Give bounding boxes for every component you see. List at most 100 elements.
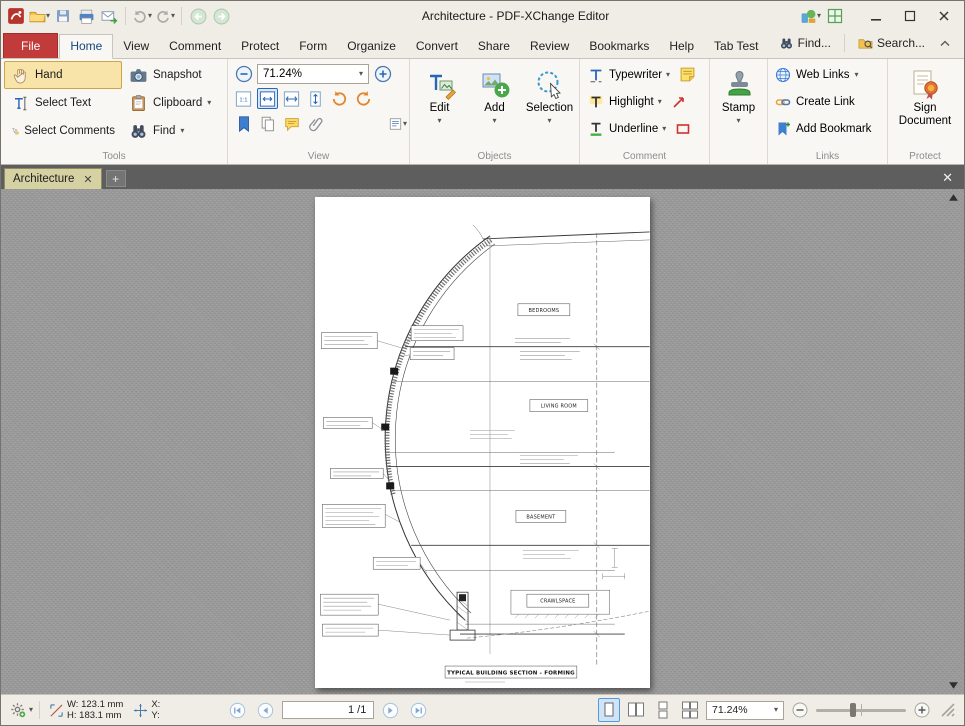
hand-tool-button[interactable]: Hand	[4, 61, 122, 89]
search-button[interactable]: Search...	[853, 34, 930, 53]
close-document-icon[interactable]: ✕	[934, 170, 961, 189]
resize-grip[interactable]	[941, 703, 955, 717]
continuous-view-button[interactable]	[652, 698, 674, 722]
grid-icon[interactable]	[824, 4, 846, 28]
menu-tab-protect[interactable]: Protect	[231, 35, 289, 58]
maximize-button[interactable]	[894, 3, 926, 29]
dropdown-caret-icon: ▾	[666, 71, 670, 79]
zoom-slider-thumb[interactable]	[850, 703, 856, 717]
page-number-input[interactable]: 1 /1	[282, 701, 374, 719]
open-file-button[interactable]: ▾	[28, 4, 51, 28]
typewriter-button[interactable]: Typewriter▾	[583, 62, 674, 88]
menu-tab-help[interactable]: Help	[659, 35, 704, 58]
zoom-out-slider-button[interactable]	[792, 702, 808, 718]
print-button[interactable]	[75, 4, 97, 28]
save-button[interactable]	[52, 4, 74, 28]
dropdown-caret-icon: ▾	[662, 125, 666, 133]
stamp-button[interactable]: Stamp ▾	[713, 61, 764, 145]
quick-access-toolbar: ▾ ▾ ▾	[5, 4, 232, 28]
menu-tab-share[interactable]: Share	[468, 35, 520, 58]
find-button[interactable]: Find...	[774, 34, 836, 53]
actual-size-button[interactable]: 1:1	[233, 88, 254, 109]
menu-tab-organize[interactable]: Organize	[337, 35, 406, 58]
sign-document-button[interactable]: Sign Document	[893, 61, 957, 145]
next-page-button[interactable]	[382, 702, 399, 719]
paperclip-icon	[307, 115, 325, 133]
menu-tab-file[interactable]: File	[3, 33, 58, 58]
menu-tab-comment[interactable]: Comment	[159, 35, 231, 58]
snapshot-button[interactable]: Snapshot	[122, 61, 218, 89]
menu-tab-view[interactable]: View	[113, 35, 159, 58]
comments-panel-button[interactable]	[281, 113, 302, 134]
collapse-ribbon-button[interactable]	[934, 31, 956, 55]
dropdown-caret-icon: ▾	[171, 12, 175, 20]
scroll-down-icon[interactable]	[947, 680, 959, 690]
rotate-cw-button[interactable]	[353, 88, 374, 109]
bookmarks-panel-button[interactable]	[233, 113, 254, 134]
underline-icon	[587, 120, 605, 138]
email-button[interactable]	[98, 4, 120, 28]
underline-button[interactable]: Underline▾	[583, 116, 670, 142]
menu-tab-form[interactable]: Form	[289, 35, 337, 58]
settings-gear-icon[interactable]	[10, 702, 26, 718]
close-button[interactable]	[928, 3, 960, 29]
single-page-view-button[interactable]	[598, 698, 620, 722]
fit-page-button[interactable]	[305, 88, 326, 109]
zoom-in-slider-button[interactable]	[914, 702, 930, 718]
previous-page-button[interactable]	[257, 702, 274, 719]
add-objects-button[interactable]: Add ▾	[469, 61, 521, 145]
selection-button[interactable]: Selection ▾	[524, 61, 576, 145]
menu-tab-home[interactable]: Home	[59, 34, 113, 59]
new-tab-button[interactable]: +	[106, 170, 126, 187]
menu-tab-convert[interactable]: Convert	[406, 35, 468, 58]
clipboard-icon	[129, 94, 148, 113]
zoom-select[interactable]: 71.24%▾	[706, 701, 784, 720]
rectangle-tool-button[interactable]	[672, 118, 694, 140]
menu-tab-review[interactable]: Review	[520, 35, 579, 58]
forward-button[interactable]	[210, 4, 232, 28]
sign-document-label: Sign Document	[894, 102, 956, 128]
find-tool-button[interactable]: Find▾	[122, 117, 218, 145]
zoom-in-button[interactable]	[372, 63, 393, 84]
scroll-up-icon[interactable]	[947, 192, 959, 202]
facing-pages-view-button[interactable]	[625, 698, 647, 722]
select-comments-button[interactable]: Select Comments	[4, 117, 122, 145]
document-area[interactable]: BEDROOMS LIVING ROOM BASEMENT CRAWLSPACE…	[1, 189, 964, 694]
plugins-icon[interactable]: ▾	[799, 4, 822, 28]
undo-button[interactable]: ▾	[131, 4, 153, 28]
document-tab-architecture[interactable]: Architecture ✕	[4, 168, 102, 189]
last-page-button[interactable]	[410, 702, 427, 719]
menu-tab-tab-test[interactable]: Tab Test	[704, 35, 768, 58]
facing-continuous-view-button[interactable]	[679, 698, 701, 722]
tab-close-icon[interactable]: ✕	[83, 173, 92, 186]
drawing-caption: TYPICAL BUILDING SECTION - FORMING	[447, 671, 575, 677]
add-bookmark-button[interactable]: Add Bookmark	[771, 115, 875, 142]
sticky-note-button[interactable]	[676, 64, 698, 86]
redo-button[interactable]: ▾	[154, 4, 176, 28]
select-text-button[interactable]: Select Text	[4, 89, 122, 117]
web-links-button[interactable]: Web Links▾	[771, 61, 863, 88]
rotate-ccw-icon	[330, 89, 349, 108]
rotate-ccw-button[interactable]	[329, 88, 350, 109]
architecture-drawing: BEDROOMS LIVING ROOM BASEMENT CRAWLSPACE…	[315, 197, 650, 688]
arrow-tool-button[interactable]	[668, 91, 690, 113]
search-folder-icon	[858, 36, 873, 51]
zoom-slider[interactable]	[816, 703, 906, 717]
fit-width-button[interactable]	[281, 88, 302, 109]
zoom-combobox[interactable]: 71.24%▾	[257, 64, 369, 84]
minimize-button[interactable]	[860, 3, 892, 29]
first-page-button[interactable]	[229, 702, 246, 719]
create-link-button[interactable]: Create Link	[771, 88, 859, 115]
fit-visible-button[interactable]	[257, 88, 278, 109]
zoom-out-button[interactable]	[233, 63, 254, 84]
back-button[interactable]	[187, 4, 209, 28]
panes-menu-button[interactable]: ▾	[387, 113, 408, 134]
edit-objects-button[interactable]: Edit ▾	[414, 61, 466, 145]
highlight-button[interactable]: Highlight▾	[583, 89, 666, 115]
attachments-panel-button[interactable]	[305, 113, 326, 134]
clipboard-button[interactable]: Clipboard▾	[122, 89, 218, 117]
menu-tab-bookmarks[interactable]: Bookmarks	[579, 35, 659, 58]
page-height-value: H: 183.1 mm	[67, 710, 123, 721]
pages-panel-button[interactable]	[257, 113, 278, 134]
rectangle-tool-icon	[675, 121, 691, 137]
